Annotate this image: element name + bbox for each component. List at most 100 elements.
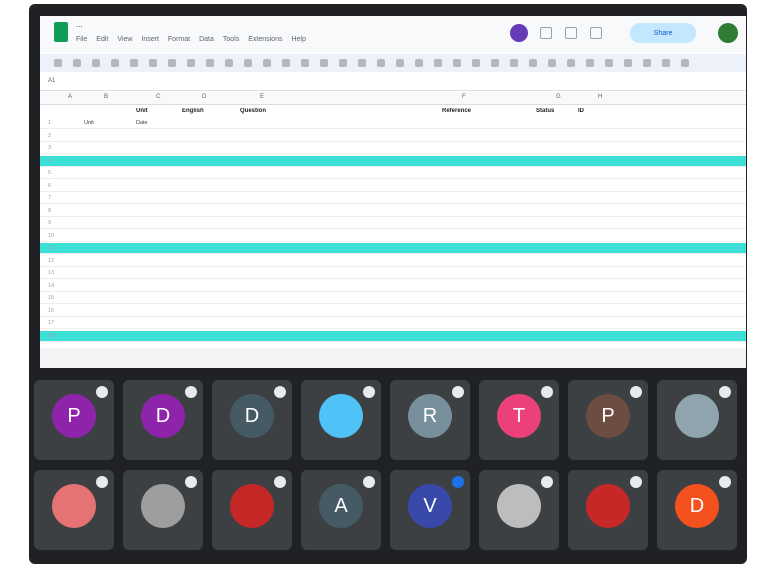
menu-item[interactable]: Help bbox=[291, 36, 305, 43]
participant-tile[interactable]: T bbox=[479, 380, 559, 460]
toolbar-button-icon[interactable] bbox=[339, 59, 347, 67]
menu-item[interactable]: File bbox=[76, 36, 87, 43]
collaborator-avatar[interactable] bbox=[510, 24, 528, 42]
column-header[interactable]: H bbox=[598, 94, 602, 100]
table-row[interactable]: 3 bbox=[40, 143, 746, 154]
toolbar-button-icon[interactable] bbox=[529, 59, 537, 67]
participant-tile[interactable]: P bbox=[34, 380, 114, 460]
column-header[interactable]: D bbox=[202, 94, 206, 100]
toolbar-button-icon[interactable] bbox=[491, 59, 499, 67]
participant-tile[interactable]: D bbox=[212, 380, 292, 460]
toolbar-button-icon[interactable] bbox=[453, 59, 461, 67]
table-row[interactable]: 16 bbox=[40, 306, 746, 317]
toolbar-button-icon[interactable] bbox=[244, 59, 252, 67]
toolbar-button-icon[interactable] bbox=[301, 59, 309, 67]
toolbar-button-icon[interactable] bbox=[567, 59, 575, 67]
toolbar-button-icon[interactable] bbox=[662, 59, 670, 67]
toolbar-button-icon[interactable] bbox=[415, 59, 423, 67]
table-row[interactable]: 15 bbox=[40, 293, 746, 304]
participant-tile[interactable]: V bbox=[390, 470, 470, 550]
toolbar-button-icon[interactable] bbox=[510, 59, 518, 67]
toolbar-button-icon[interactable] bbox=[358, 59, 366, 67]
table-cell[interactable]: Date bbox=[136, 120, 166, 126]
account-avatar[interactable] bbox=[718, 23, 738, 43]
participant-tile[interactable] bbox=[568, 470, 648, 550]
column-header[interactable]: E bbox=[260, 94, 264, 100]
column-header[interactable]: A bbox=[68, 94, 72, 100]
menu-item[interactable]: Extensions bbox=[248, 36, 282, 43]
table-header-cell[interactable]: English bbox=[182, 108, 226, 114]
toolbar-button-icon[interactable] bbox=[149, 59, 157, 67]
table-row[interactable]: 10 bbox=[40, 231, 746, 242]
toolbar-button-icon[interactable] bbox=[377, 59, 385, 67]
menu-item[interactable]: View bbox=[117, 36, 132, 43]
participant-tile[interactable] bbox=[657, 380, 737, 460]
history-icon[interactable] bbox=[540, 27, 552, 39]
toolbar-button-icon[interactable] bbox=[111, 59, 119, 67]
participant-tile[interactable] bbox=[479, 470, 559, 550]
table-row[interactable]: 5 bbox=[40, 168, 746, 179]
toolbar-button-icon[interactable] bbox=[396, 59, 404, 67]
participant-tile[interactable] bbox=[34, 470, 114, 550]
toolbar-button-icon[interactable] bbox=[263, 59, 271, 67]
table-row[interactable]: 9 bbox=[40, 218, 746, 229]
table-header-cell[interactable]: Question bbox=[240, 108, 436, 114]
menu-item[interactable]: Tools bbox=[223, 36, 239, 43]
column-header[interactable]: F bbox=[462, 94, 466, 100]
column-header[interactable]: G bbox=[556, 94, 561, 100]
menu-item[interactable]: Insert bbox=[141, 36, 159, 43]
menu-item[interactable]: Edit bbox=[96, 36, 108, 43]
table-header-cell[interactable]: ID bbox=[578, 108, 638, 114]
participant-tile[interactable]: R bbox=[390, 380, 470, 460]
toolbar-button-icon[interactable] bbox=[434, 59, 442, 67]
column-header[interactable]: B bbox=[104, 94, 108, 100]
participant-tile[interactable] bbox=[123, 470, 203, 550]
toolbar-button-icon[interactable] bbox=[168, 59, 176, 67]
table-row[interactable]: 4 bbox=[40, 155, 746, 167]
table-row[interactable]: 11 bbox=[40, 243, 746, 254]
toolbar-button-icon[interactable] bbox=[586, 59, 594, 67]
table-row[interactable]: 14 bbox=[40, 281, 746, 292]
table-row[interactable]: 8 bbox=[40, 206, 746, 217]
table-cell[interactable]: Unit bbox=[84, 120, 106, 126]
toolbar-button-icon[interactable] bbox=[282, 59, 290, 67]
participant-tile[interactable] bbox=[212, 470, 292, 550]
toolbar-button-icon[interactable] bbox=[320, 59, 328, 67]
doc-title[interactable]: ... bbox=[76, 20, 83, 29]
table-header-cell[interactable]: Status bbox=[536, 108, 572, 114]
table-row[interactable]: 2 bbox=[40, 131, 746, 142]
menu-item[interactable]: Format bbox=[168, 36, 190, 43]
toolbar-button-icon[interactable] bbox=[681, 59, 689, 67]
table-row[interactable]: 18 bbox=[40, 330, 746, 342]
participant-tile[interactable]: P bbox=[568, 380, 648, 460]
table-row[interactable]: 12 bbox=[40, 256, 746, 267]
name-box[interactable]: A1 bbox=[48, 78, 55, 84]
toolbar-button-icon[interactable] bbox=[92, 59, 100, 67]
toolbar-button-icon[interactable] bbox=[73, 59, 81, 67]
toolbar-button-icon[interactable] bbox=[643, 59, 651, 67]
toolbar-button-icon[interactable] bbox=[624, 59, 632, 67]
table-row[interactable]: 13 bbox=[40, 268, 746, 279]
participant-tile[interactable]: D bbox=[123, 380, 203, 460]
meet-icon[interactable] bbox=[590, 27, 602, 39]
column-header[interactable]: C bbox=[156, 94, 160, 100]
toolbar-button-icon[interactable] bbox=[472, 59, 480, 67]
toolbar-button-icon[interactable] bbox=[548, 59, 556, 67]
menu-item[interactable]: Data bbox=[199, 36, 214, 43]
table-row[interactable]: 17 bbox=[40, 318, 746, 329]
table-row[interactable]: 1 Unit Date bbox=[40, 118, 746, 129]
table-header-cell[interactable]: Unit bbox=[136, 108, 166, 114]
table-header-cell[interactable]: Reference bbox=[442, 108, 528, 114]
toolbar-button-icon[interactable] bbox=[206, 59, 214, 67]
toolbar-button-icon[interactable] bbox=[187, 59, 195, 67]
share-button[interactable]: Share bbox=[630, 23, 696, 43]
formula-bar[interactable]: A1 bbox=[40, 74, 746, 91]
table-row[interactable]: 7 bbox=[40, 193, 746, 204]
toolbar-button-icon[interactable] bbox=[605, 59, 613, 67]
toolbar-button-icon[interactable] bbox=[54, 59, 62, 67]
participant-tile[interactable]: A bbox=[301, 470, 381, 550]
participant-tile[interactable] bbox=[301, 380, 381, 460]
participant-tile[interactable]: D bbox=[657, 470, 737, 550]
toolbar-button-icon[interactable] bbox=[225, 59, 233, 67]
table-row[interactable]: 6 bbox=[40, 181, 746, 192]
